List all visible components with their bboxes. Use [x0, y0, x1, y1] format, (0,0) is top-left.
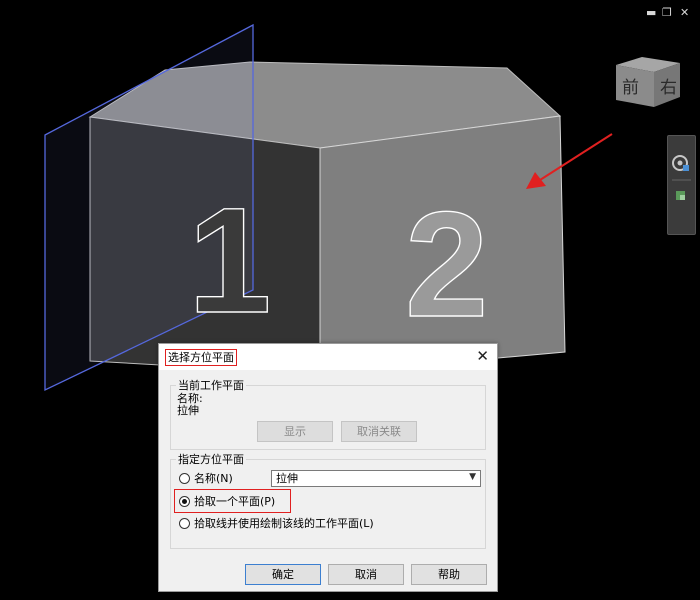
- pan-zoom-icon[interactable]: [676, 191, 685, 200]
- pick-plane-highlight: [174, 489, 291, 513]
- dialog-close-icon[interactable]: ✕: [476, 347, 489, 365]
- viewcube-right-label: 右: [660, 78, 677, 98]
- steering-wheel-icon[interactable]: [672, 155, 689, 171]
- dialog-title: 选择方位平面: [165, 349, 237, 366]
- specify-plane-legend: 指定方位平面: [176, 453, 246, 466]
- viewcube-front-label: 前: [622, 78, 639, 98]
- dialog-titlebar[interactable]: 选择方位平面 ✕: [159, 344, 497, 370]
- cancel-button[interactable]: 取消: [328, 564, 404, 585]
- number-1-label: 1: [188, 176, 271, 344]
- radio-pick-line-label[interactable]: 拾取线并使用绘制该线的工作平面(L): [194, 517, 374, 530]
- restore-icon[interactable]: ❐: [662, 7, 672, 19]
- number-2-label: 2: [405, 180, 488, 348]
- navigation-bar: [667, 135, 696, 235]
- plane-name-select[interactable]: 拉伸 ▼: [271, 470, 481, 487]
- chevron-down-icon: ▼: [469, 472, 476, 482]
- radio-name[interactable]: [179, 473, 190, 484]
- current-plane-name-value: 拉伸: [177, 404, 199, 417]
- disassociate-button[interactable]: 取消关联: [341, 421, 417, 442]
- ok-button[interactable]: 确定: [245, 564, 321, 585]
- plane-name-select-value: 拉伸: [276, 472, 298, 485]
- current-plane-group: 当前工作平面 名称: 拉伸 显示 取消关联: [170, 379, 486, 450]
- show-button[interactable]: 显示: [257, 421, 333, 442]
- current-plane-legend: 当前工作平面: [176, 379, 246, 392]
- radio-name-label[interactable]: 名称(N): [194, 472, 233, 485]
- radio-pick-line[interactable]: [179, 518, 190, 529]
- viewcube-icon[interactable]: 前 右: [610, 55, 682, 110]
- close-viewport-icon[interactable]: ✕: [680, 7, 689, 19]
- select-orientation-plane-dialog: 选择方位平面 ✕ 当前工作平面 名称: 拉伸 显示 取消关联 指定方位平面 名称…: [158, 343, 498, 592]
- help-button[interactable]: 帮助: [411, 564, 487, 585]
- minimize-icon[interactable]: ▬: [646, 7, 656, 19]
